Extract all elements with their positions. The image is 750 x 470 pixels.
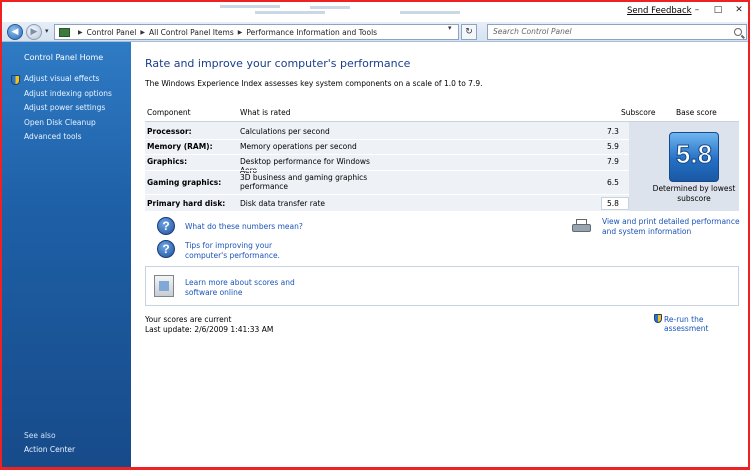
back-button[interactable]: ◀	[7, 24, 23, 40]
sidebar-item-power[interactable]: Adjust power settings	[24, 103, 112, 118]
col-subscore: Subscore	[621, 108, 656, 117]
shield-icon	[11, 75, 20, 85]
sidebar: Control Panel Home Adjust visual effects…	[2, 42, 131, 467]
chevron-right-icon[interactable]: ▶	[140, 29, 145, 36]
help-question-icon: ?	[157, 240, 175, 258]
row-subscore: 5.8	[607, 199, 619, 208]
window-border-left	[0, 0, 2, 470]
printer-body	[572, 224, 591, 232]
minimize-button[interactable]: –	[691, 5, 703, 15]
chevron-right-icon[interactable]: ▶	[78, 29, 83, 36]
tips-link[interactable]: Tips for improving your computer's perfo…	[185, 241, 315, 260]
row-rated: Memory operations per second	[240, 142, 357, 151]
window-controls: – □ ✕	[691, 5, 745, 15]
control-panel-icon	[59, 27, 70, 37]
learn-more-link[interactable]: Learn more about scores and software onl…	[185, 278, 315, 297]
shield-icon	[654, 314, 662, 323]
row-divider	[145, 194, 629, 195]
printer-icon	[572, 219, 591, 233]
rerun-assessment-link[interactable]: Re-run the assessment	[664, 315, 748, 333]
software-info-icon	[154, 275, 174, 297]
main-content: Rate and improve your computer's perform…	[131, 42, 748, 467]
row-subscore: 5.9	[607, 142, 619, 151]
row-subscore: 6.5	[607, 178, 619, 187]
row-subscore: 7.9	[607, 157, 619, 166]
breadcrumb-control-panel[interactable]: Control Panel	[87, 28, 137, 37]
chevron-right-icon[interactable]: ▶	[238, 29, 243, 36]
breadcrumb[interactable]: ▶ Control Panel ▶ All Control Panel Item…	[54, 24, 459, 40]
row-component: Graphics:	[147, 157, 188, 166]
sidebar-item-advanced-tools[interactable]: Advanced tools	[24, 132, 112, 147]
base-score-caption: Determined by lowest subscore	[652, 184, 736, 203]
forward-button[interactable]: ▶	[26, 24, 42, 40]
learn-more-panel: Learn more about scores and software onl…	[145, 266, 739, 306]
recent-pages-dropdown[interactable]: ▾	[45, 27, 49, 35]
help-question-icon: ?	[157, 217, 175, 235]
row-rated: 3D business and gaming graphics performa…	[240, 173, 368, 191]
sidebar-item-disk-cleanup[interactable]: Open Disk Cleanup	[24, 118, 112, 133]
refresh-button[interactable]: ↻	[461, 24, 477, 40]
base-score-badge: 5.8	[669, 132, 719, 182]
search-icon[interactable]	[734, 28, 742, 36]
page-title: Rate and improve your computer's perform…	[145, 57, 411, 70]
sidebar-item-indexing[interactable]: Adjust indexing options	[24, 89, 112, 104]
col-what-rated: What is rated	[240, 108, 291, 117]
search-input[interactable]: Search Control Panel	[487, 24, 747, 40]
address-bar: ◀ ▶ ▾ ▶ Control Panel ▶ All Control Pane…	[2, 22, 748, 42]
row-component: Memory (RAM):	[147, 142, 213, 151]
row-rated: Disk data transfer rate	[240, 199, 326, 208]
sidebar-item-visual-effects[interactable]: Adjust visual effects	[24, 74, 112, 89]
search-placeholder: Search Control Panel	[493, 27, 572, 36]
row-divider	[145, 170, 629, 171]
background-blur	[200, 2, 530, 20]
send-feedback-link[interactable]: Send Feedback	[627, 6, 692, 16]
sidebar-home-link[interactable]: Control Panel Home	[24, 53, 103, 62]
view-print-details-link[interactable]: View and print detailed performance and …	[602, 217, 742, 236]
row-component: Processor:	[147, 127, 192, 136]
page-description: The Windows Experience Index assesses ke…	[145, 79, 483, 88]
what-numbers-mean-link[interactable]: What do these numbers mean?	[185, 222, 303, 232]
row-component: Gaming graphics:	[147, 178, 222, 187]
score-table: Processor: Calculations per second 7.3 M…	[145, 122, 739, 211]
table-header: Component What is rated Subscore Base sc…	[145, 104, 739, 122]
row-divider	[145, 154, 629, 155]
row-divider	[145, 139, 629, 140]
close-button[interactable]: ✕	[733, 5, 745, 15]
col-base-score: Base score	[676, 108, 717, 117]
col-component: Component	[147, 108, 191, 117]
maximize-button[interactable]: □	[712, 5, 724, 15]
action-center-link[interactable]: Action Center	[24, 445, 75, 454]
row-rated: Calculations per second	[240, 127, 330, 136]
row-component: Primary hard disk:	[147, 199, 226, 208]
base-score-value: 5.8	[675, 139, 713, 170]
last-update: Last update: 2/6/2009 1:41:33 AM	[145, 325, 274, 334]
address-dropdown[interactable]: ▾	[448, 24, 452, 32]
row-subscore: 7.3	[607, 127, 619, 136]
breadcrumb-performance[interactable]: Performance Information and Tools	[246, 28, 377, 37]
scores-status: Your scores are current	[145, 315, 232, 324]
sidebar-tasks: Adjust visual effects Adjust indexing op…	[24, 74, 112, 147]
see-also-heading: See also	[24, 431, 56, 440]
breadcrumb-all-items[interactable]: All Control Panel Items	[149, 28, 234, 37]
